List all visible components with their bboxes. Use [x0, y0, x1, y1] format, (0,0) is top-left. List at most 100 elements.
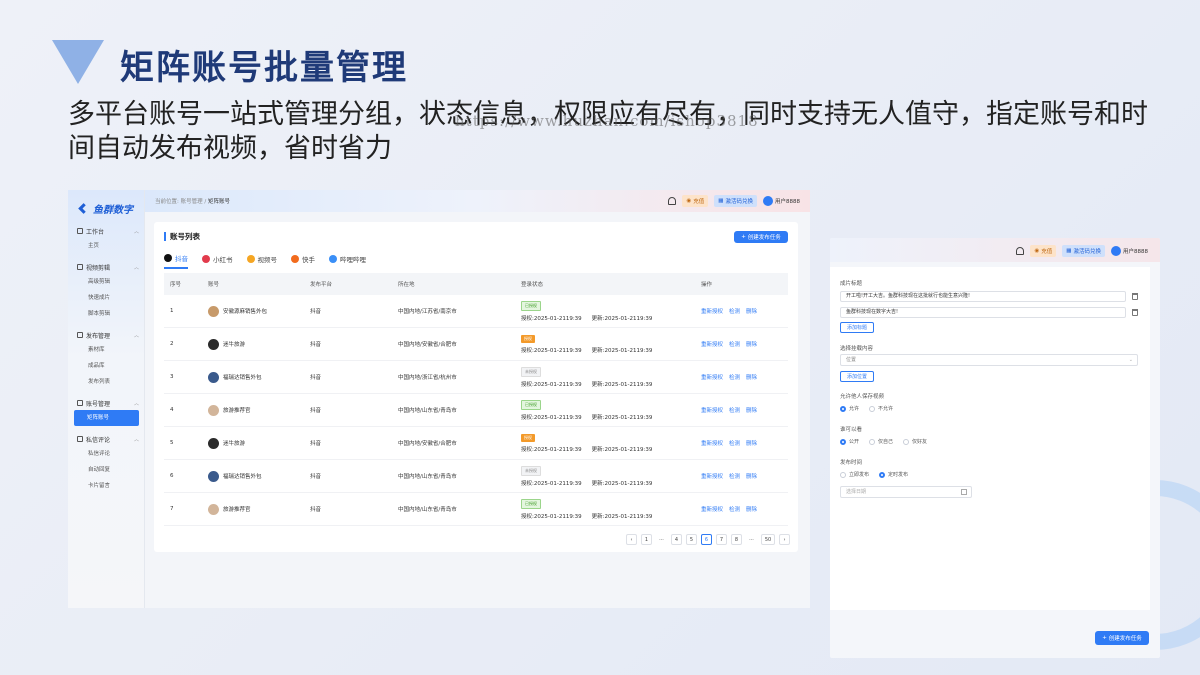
reauthorize-link[interactable]: 重新授权: [701, 373, 723, 381]
prev-page-button[interactable]: ‹: [626, 534, 637, 545]
status-badge: 授权: [521, 334, 535, 343]
delete-link[interactable]: 删除: [746, 340, 757, 348]
sidebar-item[interactable]: 高级剪辑: [68, 274, 145, 290]
check-link[interactable]: 检测: [729, 340, 740, 348]
create-task-button[interactable]: + 创建发布任务: [734, 231, 788, 243]
recharge-button[interactable]: ◉ 充值: [682, 195, 709, 207]
avatar: [208, 305, 219, 317]
status-badge: 授权: [521, 433, 535, 442]
sidebar-item[interactable]: 私信评论: [68, 446, 145, 462]
activate-code-button[interactable]: ▦ 激活码兑换: [1062, 245, 1105, 257]
check-link[interactable]: 检测: [729, 307, 740, 315]
delete-link[interactable]: 删除: [746, 439, 757, 447]
tab-platform-3[interactable]: 快手: [291, 253, 315, 269]
page-button[interactable]: 5: [686, 534, 697, 545]
activate-code-button[interactable]: ▦ 激活码兑换: [714, 195, 757, 207]
add-title-button[interactable]: 添加标题: [840, 322, 874, 333]
delete-link[interactable]: 删除: [746, 505, 757, 513]
user-name: 用户8888: [1123, 249, 1148, 255]
check-link[interactable]: 检测: [729, 505, 740, 513]
sidebar-item[interactable]: 卡片留言: [68, 478, 145, 494]
update-time: 更新:2025-01-2119:39: [591, 381, 653, 388]
next-page-button[interactable]: ›: [779, 534, 790, 545]
sidebar-group-0[interactable]: 工作台 ︿: [68, 224, 145, 238]
recharge-button[interactable]: ◉ 充值: [1030, 245, 1057, 257]
reauthorize-link[interactable]: 重新授权: [701, 439, 723, 447]
platform-logo-icon: [291, 255, 299, 263]
reauthorize-link[interactable]: 重新授权: [701, 307, 723, 315]
table-row: 4 旅游推荐官 抖音 中国内地/山东省/青岛市 已授权 授权:2025-01-2119:3…: [164, 394, 788, 427]
trash-icon[interactable]: [1132, 309, 1138, 316]
app-window-accounts: 鱼群数字 工作台 ︿ 主页视频剪辑 ︿ 高级剪辑 快速成片 脚本剪辑发布管理 ︿ 素材库 成品库发…: [68, 190, 810, 608]
sidebar-item[interactable]: 成品库: [68, 358, 145, 374]
page-button[interactable]: 8: [731, 534, 742, 545]
sidebar-group-3[interactable]: 账号管理 ︿: [68, 396, 145, 410]
cell-location: 中国内地/安徽省/合肥市: [398, 441, 457, 447]
date-picker[interactable]: 选择日期: [840, 486, 972, 498]
tab-platform-1[interactable]: 小红书: [202, 253, 233, 269]
sidebar-group-1[interactable]: 视频剪辑 ︿: [68, 260, 145, 274]
bell-icon[interactable]: [1016, 247, 1025, 255]
tab-platform-0[interactable]: 抖音: [164, 253, 188, 269]
sidebar-item[interactable]: 发布列表: [68, 374, 145, 390]
qr-icon: ▦: [718, 198, 724, 204]
radio-public[interactable]: 公开: [840, 438, 859, 445]
page-button[interactable]: 50: [761, 534, 775, 545]
reauthorize-link[interactable]: 重新授权: [701, 505, 723, 513]
sidebar-item[interactable]: 自动回复: [68, 462, 145, 478]
breadcrumb-level1[interactable]: 账号管理: [181, 199, 203, 205]
radio-self[interactable]: 仅自己: [869, 438, 893, 445]
page-button[interactable]: 1: [641, 534, 652, 545]
app-logo[interactable]: 鱼群数字: [76, 201, 133, 216]
tab-label: 哔哩哔哩: [340, 256, 366, 264]
tab-platform-4[interactable]: 哔哩哔哩: [329, 253, 366, 269]
avatar: [208, 404, 219, 416]
cell-location: 中国内地/山东省/青岛市: [398, 408, 457, 414]
sidebar-item[interactable]: 主页: [68, 238, 145, 254]
trash-icon[interactable]: [1132, 293, 1138, 300]
reauthorize-link[interactable]: 重新授权: [701, 472, 723, 480]
update-time: 更新:2025-01-2119:39: [591, 513, 653, 520]
sidebar-group-4[interactable]: 私信评论 ︿: [68, 432, 145, 446]
user-menu[interactable]: 用户8888: [1111, 246, 1148, 256]
title-input-1[interactable]: 开工啦!开工大吉。鱼群科技现在这批就行也能生意兴隆!: [840, 291, 1126, 302]
avatar: [208, 371, 219, 383]
radio-immediate[interactable]: 立即发布: [840, 471, 869, 478]
sidebar-item[interactable]: 快速成片: [68, 290, 145, 306]
tab-platform-2[interactable]: 视频号: [246, 253, 277, 269]
check-link[interactable]: 检测: [729, 406, 740, 414]
submit-task-label: 创建发布任务: [1108, 636, 1142, 642]
radio-disallow[interactable]: 不允许: [869, 405, 893, 412]
bell-icon[interactable]: [668, 197, 677, 205]
reauthorize-link[interactable]: 重新授权: [701, 340, 723, 348]
delete-link[interactable]: 删除: [746, 307, 757, 315]
check-link[interactable]: 检测: [729, 472, 740, 480]
activate-code-label: 激活码兑换: [725, 199, 753, 205]
page-button[interactable]: 4: [671, 534, 682, 545]
page-button[interactable]: 7: [716, 534, 727, 545]
content-label: 选择挂载内容: [840, 346, 874, 352]
delete-link[interactable]: 删除: [746, 406, 757, 414]
sidebar-group-2[interactable]: 发布管理 ︿: [68, 328, 145, 342]
title-input-2[interactable]: 鱼群科技现在数字大吉!: [840, 307, 1126, 318]
page-button[interactable]: 6: [701, 534, 712, 545]
sidebar-item[interactable]: 矩阵账号: [74, 410, 139, 426]
add-location-button[interactable]: 添加位置: [840, 371, 874, 382]
sidebar-item[interactable]: 素材库: [68, 342, 145, 358]
user-menu[interactable]: 用户8888: [763, 196, 800, 206]
radio-scheduled[interactable]: 定时发布: [879, 471, 908, 478]
check-link[interactable]: 检测: [729, 373, 740, 381]
account-list-card: 账号列表 + 创建发布任务 抖音 小红书 视频号 快手 哔哩哔哩 序号 账号 发布平台 所…: [154, 222, 798, 552]
check-link[interactable]: 检测: [729, 439, 740, 447]
submit-task-button[interactable]: + 创建发布任务: [1095, 631, 1149, 645]
content-select[interactable]: 位置 ⌄: [840, 354, 1138, 366]
recharge-label: 充值: [693, 199, 705, 205]
radio-friends[interactable]: 仅好友: [903, 438, 927, 445]
sidebar-item[interactable]: 脚本剪辑: [68, 306, 145, 322]
update-time: 更新:2025-01-2119:39: [591, 347, 653, 354]
cell-platform: 抖音: [310, 507, 322, 513]
reauthorize-link[interactable]: 重新授权: [701, 406, 723, 414]
radio-allow[interactable]: 允许: [840, 405, 859, 412]
delete-link[interactable]: 删除: [746, 472, 757, 480]
delete-link[interactable]: 删除: [746, 373, 757, 381]
